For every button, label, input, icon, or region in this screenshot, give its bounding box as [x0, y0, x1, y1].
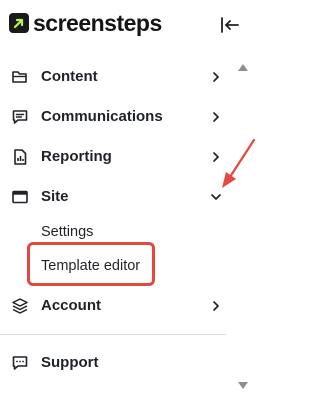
- nav-item-site[interactable]: Site: [0, 179, 232, 215]
- nav-label-content: Content: [41, 68, 98, 85]
- nav-label-site: Site: [41, 188, 69, 205]
- sidebar-divider: [0, 334, 226, 335]
- layers-icon: [12, 298, 28, 314]
- sidebar-scrollbar[interactable]: [234, 56, 254, 396]
- nav-label-reporting: Reporting: [41, 148, 112, 165]
- sub-item-settings[interactable]: Settings: [41, 223, 93, 241]
- collapse-sidebar-icon: [221, 17, 239, 33]
- browser-window-icon: [12, 190, 28, 204]
- scroll-up-icon[interactable]: [238, 64, 248, 71]
- message-icon: [12, 110, 28, 124]
- chevron-right-icon: [213, 152, 219, 162]
- sidebar: screensteps Content Communications Repor…: [0, 0, 269, 404]
- brand-name: screensteps: [33, 10, 162, 36]
- nav-label-account: Account: [41, 297, 101, 314]
- folder-icon: [12, 71, 27, 83]
- report-icon: [14, 149, 27, 165]
- sidebar-header: screensteps: [0, 0, 269, 50]
- support-icon: [12, 356, 28, 370]
- nav-item-reporting[interactable]: Reporting: [0, 139, 232, 175]
- nav-item-communications[interactable]: Communications: [0, 99, 232, 135]
- nav-label-support: Support: [41, 354, 99, 371]
- scroll-down-icon[interactable]: [238, 382, 248, 389]
- sub-item-template-editor[interactable]: Template editor: [41, 257, 140, 275]
- chevron-right-icon: [213, 301, 219, 311]
- chevron-down-icon: [211, 194, 221, 200]
- nav-item-support[interactable]: Support: [0, 345, 232, 381]
- nav-label-communications: Communications: [41, 108, 163, 125]
- chevron-right-icon: [213, 72, 219, 82]
- collapse-sidebar-button[interactable]: [219, 16, 241, 34]
- nav-item-content[interactable]: Content: [0, 59, 232, 95]
- chevron-right-icon: [213, 112, 219, 122]
- screensteps-logo-icon: [9, 13, 29, 33]
- nav-item-account[interactable]: Account: [0, 288, 232, 324]
